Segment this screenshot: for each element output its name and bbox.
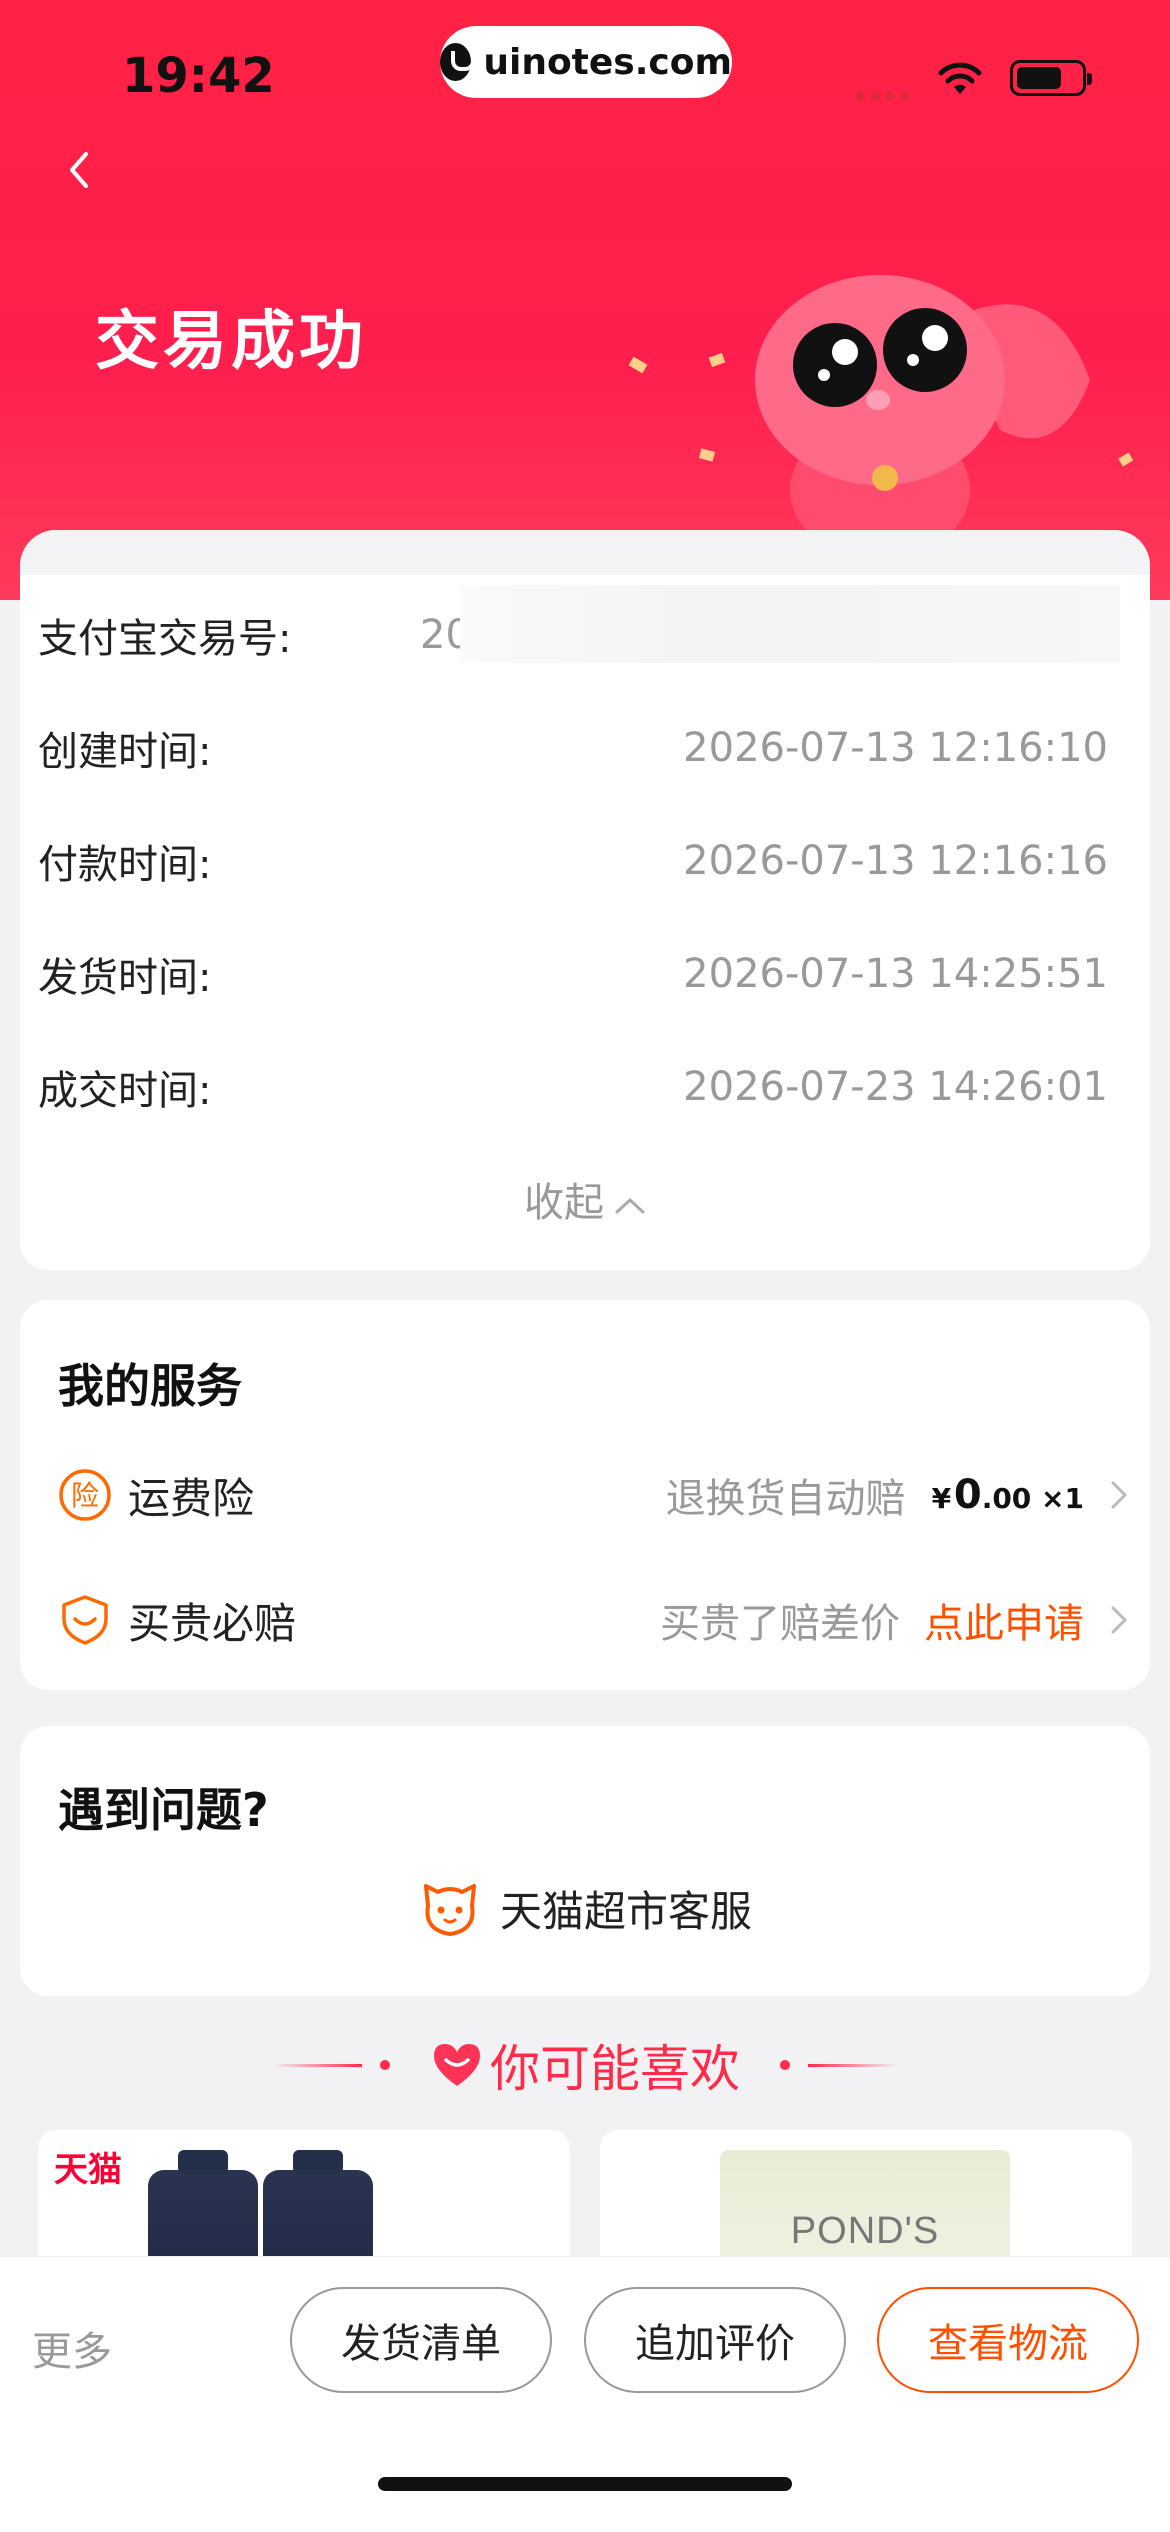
divider-dot: [380, 2060, 390, 2070]
tmall-tag: 天猫: [54, 2150, 122, 2190]
tradeno-label: 支付宝交易号:: [38, 616, 292, 662]
deal-label: 成交时间:: [38, 1068, 212, 1114]
shipping-list-button[interactable]: 发货清单: [290, 2287, 552, 2393]
price-protection-label: 买贵必赔: [128, 1598, 297, 1648]
order-row-deal: 成交时间: 2026-07-23 14:26:01: [38, 1057, 1108, 1117]
price-currency: ¥: [931, 1482, 952, 1515]
price-protection-detail: 买贵了赔差价 点此申请: [660, 1591, 1128, 1649]
shield-icon: [62, 1595, 108, 1645]
recommend-heading: 你可能喜欢: [0, 2030, 1170, 2100]
heart-icon: [434, 2044, 480, 2086]
battery-icon: [1010, 60, 1092, 96]
insurance-icon: 险: [59, 1469, 111, 1521]
service-freight-insurance[interactable]: 险 运费险 退换货自动赔 ¥ 0.00 ×1: [58, 1460, 1128, 1530]
freight-insurance-price: ¥ 0.00 ×1: [932, 1472, 1084, 1518]
freight-insurance-detail: 退换货自动赔 ¥ 0.00 ×1: [666, 1466, 1128, 1524]
apply-link[interactable]: 点此申请: [924, 1591, 1084, 1649]
signal-icon: [855, 86, 915, 101]
services-card: 我的服务 险 运费险 退换货自动赔 ¥ 0.00 ×1 买贵必赔 买贵了赔差价 …: [20, 1300, 1150, 1690]
divider-right: [808, 2063, 898, 2067]
customer-service-label: 天猫超市客服: [499, 1886, 752, 1936]
help-title: 遇到问题?: [58, 1783, 269, 1837]
home-indicator: [378, 2477, 792, 2491]
back-icon[interactable]: [60, 150, 100, 190]
shipped-label: 发货时间:: [38, 955, 212, 1001]
view-logistics-button[interactable]: 查看物流: [877, 2287, 1139, 2393]
divider-left: [272, 2063, 362, 2067]
collapse-button[interactable]: 收起: [0, 1170, 1170, 1228]
price-qty: ×1: [1041, 1482, 1084, 1515]
chevron-right-icon: [1111, 1606, 1128, 1634]
shipped-value: 2026-07-13 14:25:51: [683, 951, 1108, 997]
help-card: 遇到问题? 天猫超市客服: [20, 1726, 1150, 1996]
created-label: 创建时间:: [38, 729, 212, 775]
chevron-up-icon: [615, 1197, 645, 1214]
created-value: 2026-07-13 12:16:10: [683, 725, 1108, 771]
paid-value: 2026-07-13 12:16:16: [683, 838, 1108, 884]
page-title: 交易成功: [95, 305, 367, 379]
freight-insurance-label: 运费险: [128, 1473, 255, 1523]
wifi-icon: [938, 62, 982, 94]
price-dec: .00: [981, 1482, 1032, 1515]
header: 19:42 uinotes.com 交易成功: [0, 0, 1170, 600]
deal-value: 2026-07-23 14:26:01: [683, 1064, 1108, 1110]
bottom-action-bar: 更多 发货清单 追加评价 查看物流: [0, 2256, 1170, 2532]
url-pill: uinotes.com: [440, 26, 732, 98]
freight-insurance-desc: 退换货自动赔: [665, 1476, 906, 1522]
services-title: 我的服务: [58, 1359, 242, 1413]
price-protection-desc: 买贵了赔差价: [660, 1601, 900, 1647]
more-button[interactable]: 更多: [32, 2319, 112, 2377]
uinotes-logo-icon: [440, 43, 476, 81]
recommend-title: 你可能喜欢: [490, 2040, 740, 2098]
paid-label: 付款时间:: [38, 842, 212, 888]
customer-service-button[interactable]: 天猫超市客服: [20, 1876, 1150, 1940]
url-text: uinotes.com: [483, 41, 732, 83]
order-row-created: 创建时间: 2026-07-13 12:16:10: [38, 718, 1108, 778]
status-time: 19:42: [122, 48, 275, 104]
svg-text:险: 险: [71, 1479, 99, 1512]
collapse-label: 收起: [524, 1180, 604, 1226]
price-int: 0: [953, 1472, 982, 1518]
order-row-paid: 付款时间: 2026-07-13 12:16:16: [38, 831, 1108, 891]
chevron-right-icon: [1111, 1481, 1128, 1509]
mascot-illustration: [628, 275, 1134, 540]
divider-dot: [780, 2060, 790, 2070]
order-row-shipped: 发货时间: 2026-07-13 14:25:51: [38, 944, 1108, 1004]
card-top-strip: [20, 530, 1150, 575]
customer-service-icon: [423, 1884, 476, 1936]
redacted-tradeno: [460, 585, 1120, 663]
service-price-protection[interactable]: 买贵必赔 买贵了赔差价 点此申请: [58, 1585, 1128, 1655]
add-review-button[interactable]: 追加评价: [584, 2287, 846, 2393]
